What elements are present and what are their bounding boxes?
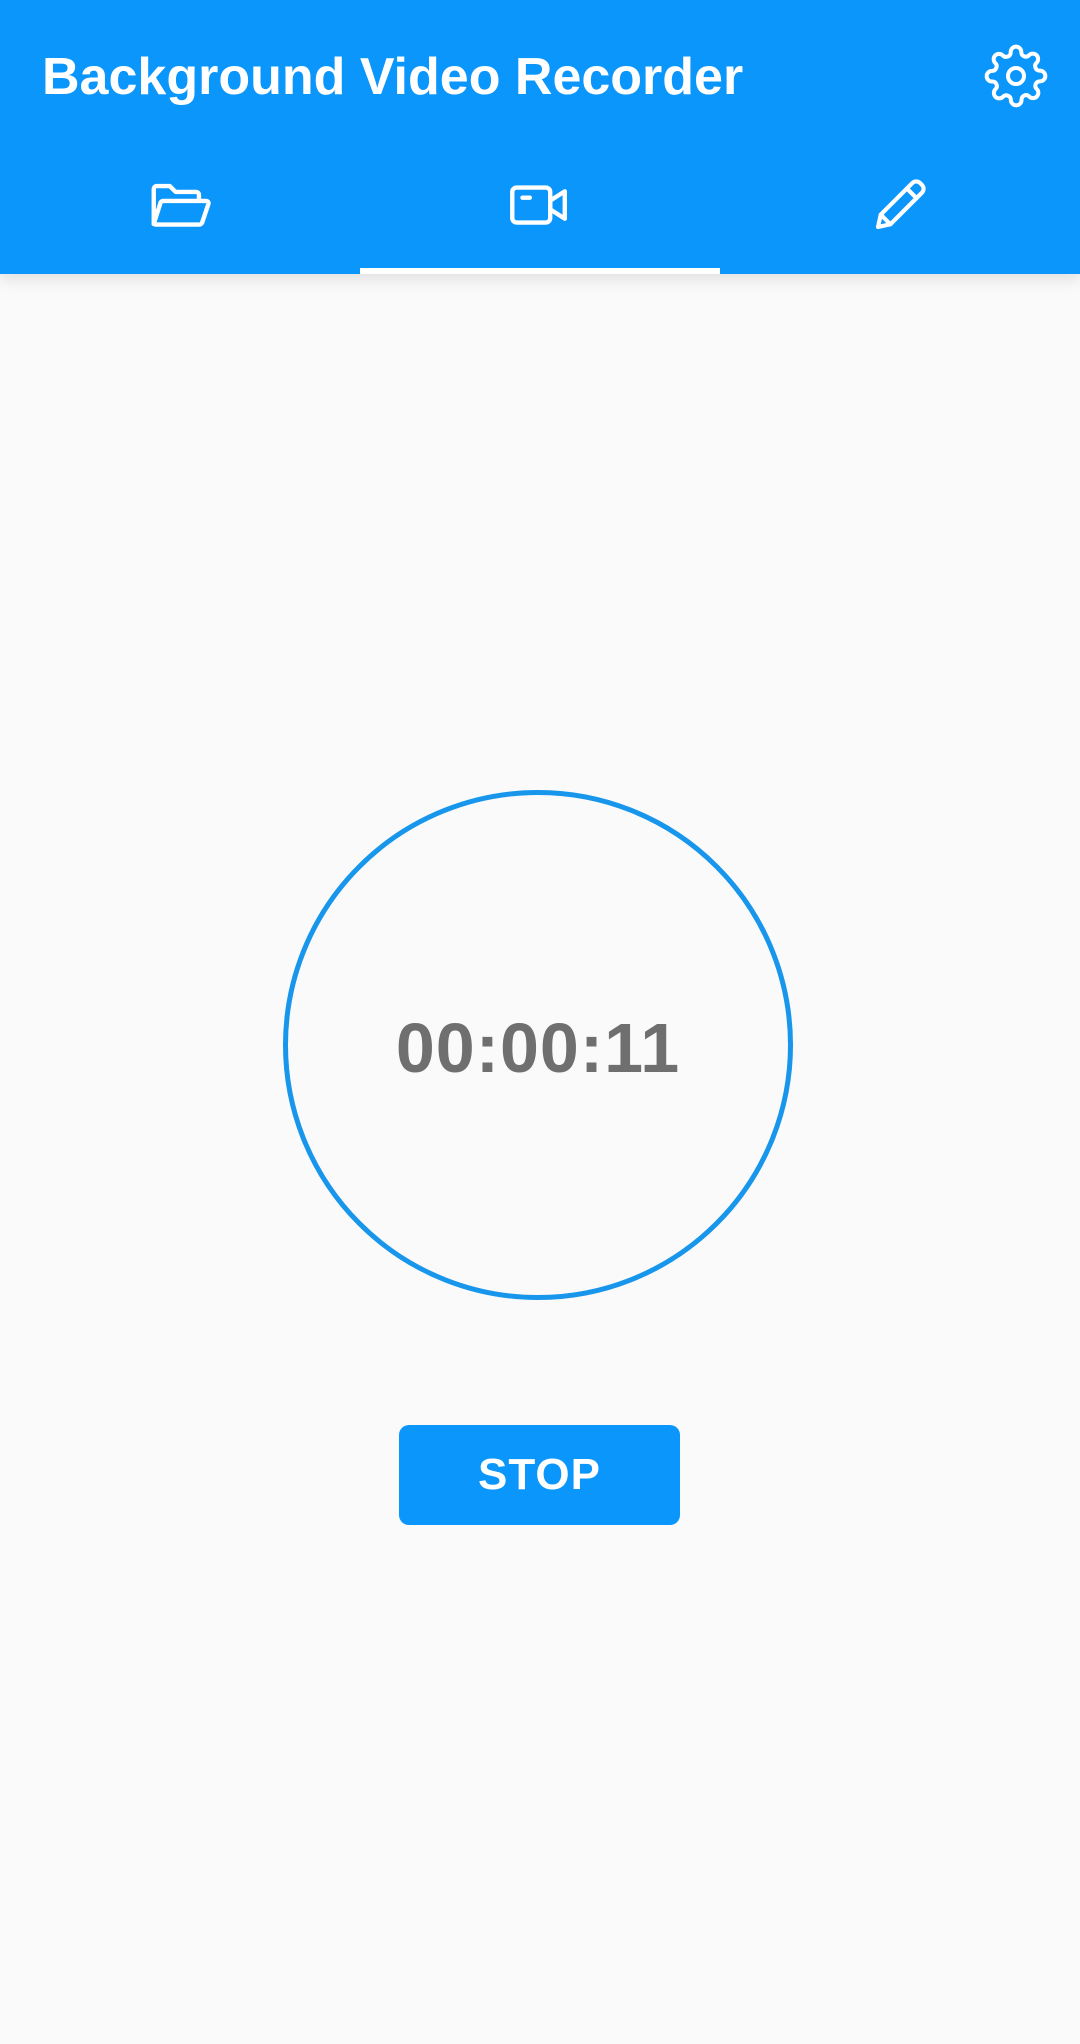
- video-camera-icon: [510, 185, 567, 225]
- app-title: Background Video Recorder: [42, 48, 744, 106]
- timer-ring: 00:00:11: [283, 790, 793, 1300]
- app-bar: Background Video Recorder: [0, 0, 1080, 274]
- pencil-icon: [875, 179, 926, 230]
- stop-button[interactable]: STOP: [399, 1425, 680, 1525]
- elapsed-timer: 00:00:11: [395, 1009, 681, 1087]
- folder-open-icon: [151, 183, 211, 227]
- tab-edit[interactable]: [720, 150, 1080, 274]
- gear-icon: [984, 44, 1048, 108]
- settings-button[interactable]: [980, 40, 1052, 112]
- tab-files[interactable]: [0, 150, 360, 274]
- tab-bar: [0, 150, 1080, 274]
- tab-record[interactable]: [360, 150, 720, 274]
